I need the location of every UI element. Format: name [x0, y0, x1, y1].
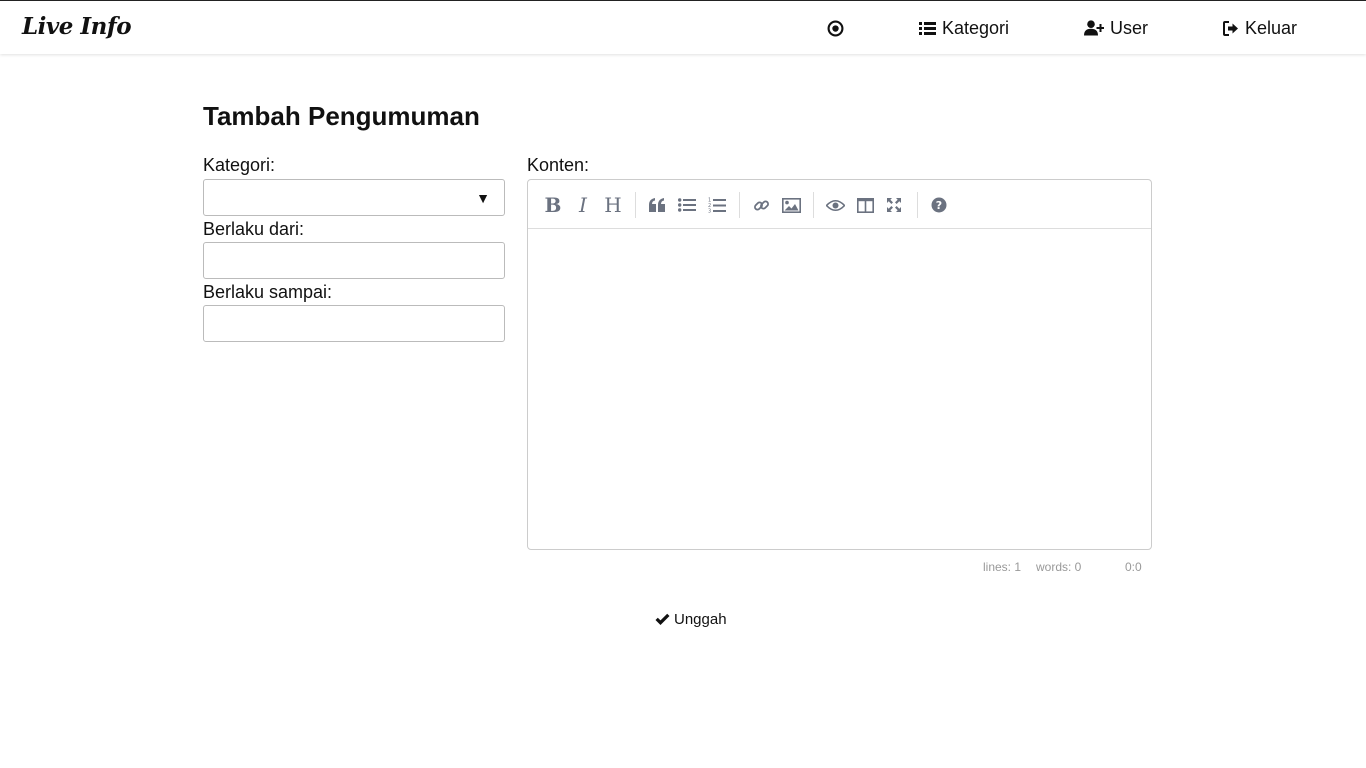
- quote-button[interactable]: [644, 192, 670, 218]
- check-icon: [655, 613, 670, 625]
- kategori-label: Kategori:: [203, 155, 276, 175]
- nav-user[interactable]: User: [1084, 16, 1148, 40]
- nav-kategori-label: Kategori: [942, 17, 1010, 38]
- bold-button[interactable]: B: [540, 192, 566, 218]
- image-button[interactable]: [778, 192, 804, 218]
- navbar: Live Info Kategori User Keluar: [0, 0, 1366, 54]
- live-circle-icon: [827, 20, 844, 36]
- heading-icon: H: [604, 193, 622, 217]
- nav-user-label: User: [1110, 17, 1149, 38]
- editor-cursor-position: 0:0: [1125, 560, 1142, 574]
- editor-toolbar: B I H 1 2 3 ?: [528, 180, 1151, 229]
- side-by-side-icon: [856, 197, 874, 213]
- link-icon: [753, 200, 769, 210]
- editor-content-area[interactable]: [528, 230, 1151, 549]
- toolbar-divider: [739, 192, 740, 218]
- svg-text:3: 3: [708, 209, 711, 214]
- list-icon: [919, 21, 936, 35]
- heading-button[interactable]: H: [600, 192, 626, 218]
- berlaku-dari-input[interactable]: [203, 242, 505, 279]
- nav-live-button[interactable]: [827, 16, 850, 40]
- nav-keluar[interactable]: Keluar: [1223, 16, 1297, 40]
- image-icon: [781, 197, 801, 213]
- ordered-list-button[interactable]: 1 2 3: [704, 192, 730, 218]
- ordered-list-icon: 1 2 3: [708, 198, 726, 214]
- help-icon: ?: [931, 197, 947, 213]
- unordered-list-icon: [678, 198, 696, 212]
- unggah-button[interactable]: Unggah: [655, 608, 727, 630]
- help-button[interactable]: ?: [926, 192, 952, 218]
- kategori-select[interactable]: ▼: [203, 179, 505, 216]
- berlaku-sampai-label: Berlaku sampai:: [203, 282, 333, 302]
- toolbar-divider: [813, 192, 814, 218]
- toolbar-divider: [917, 192, 918, 218]
- quote-icon: [648, 198, 665, 212]
- preview-button[interactable]: [822, 192, 848, 218]
- page-title: Tambah Pengumuman: [203, 101, 480, 131]
- link-button[interactable]: [748, 192, 774, 218]
- nav-keluar-label: Keluar: [1245, 17, 1298, 38]
- side-by-side-button[interactable]: [852, 192, 878, 218]
- svg-text:?: ?: [936, 199, 942, 212]
- sign-out-icon: [1223, 20, 1238, 36]
- fullscreen-icon: [887, 198, 901, 212]
- bold-icon: B: [544, 193, 562, 217]
- editor-lines-count: lines: 1: [983, 560, 1022, 574]
- user-plus-icon: [1084, 20, 1104, 36]
- unggah-label: Unggah: [674, 610, 727, 628]
- nav-kategori[interactable]: Kategori: [919, 16, 1009, 40]
- brand-logo[interactable]: Live Info: [22, 13, 132, 40]
- italic-icon: I: [579, 193, 587, 217]
- dropdown-arrow-icon: ▼: [476, 190, 490, 206]
- editor-words-count: words: 0: [1036, 560, 1082, 574]
- berlaku-dari-label: Berlaku dari:: [203, 219, 305, 239]
- konten-label: Konten:: [527, 155, 590, 175]
- italic-button[interactable]: I: [570, 192, 596, 218]
- fullscreen-button[interactable]: [881, 192, 907, 218]
- preview-icon: [825, 199, 845, 211]
- unordered-list-button[interactable]: [674, 192, 700, 218]
- berlaku-sampai-input[interactable]: [203, 305, 505, 342]
- markdown-editor: B I H 1 2 3 ?: [527, 179, 1152, 550]
- toolbar-divider: [635, 192, 636, 218]
